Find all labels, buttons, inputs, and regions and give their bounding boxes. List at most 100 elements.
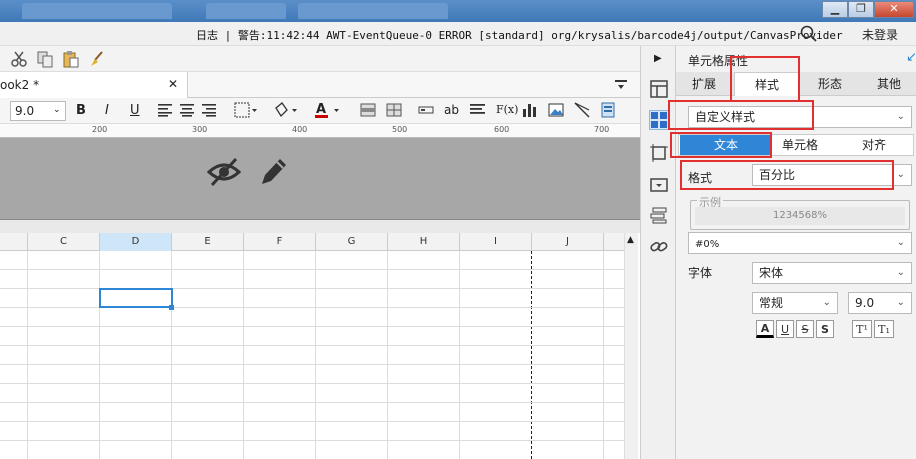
pattern-select[interactable]: #0% ⌄ xyxy=(688,232,912,254)
format-painter-icon[interactable] xyxy=(88,50,106,71)
subreport-icon[interactable] xyxy=(600,102,616,121)
underline-button[interactable]: U xyxy=(130,103,140,118)
hide-eye-icon[interactable] xyxy=(206,156,242,191)
condition-icon[interactable] xyxy=(650,206,668,227)
ruler-tick: 200 xyxy=(92,125,108,134)
text-style-buttons: A U S S xyxy=(756,320,834,338)
page-header-area xyxy=(0,138,640,220)
insert-field-icon[interactable] xyxy=(418,104,434,119)
column-header-i[interactable]: I xyxy=(460,233,532,251)
column-header-e[interactable]: E xyxy=(172,233,244,251)
font-style-value: 常规 xyxy=(759,296,784,310)
column-header-h[interactable]: H xyxy=(388,233,460,251)
panel-font-size-select[interactable]: 9.0 ⌄ xyxy=(848,292,912,314)
restore-button[interactable]: ❐ xyxy=(848,1,874,18)
superscript-button[interactable]: T¹ xyxy=(852,320,872,338)
subtab-cell[interactable]: 单元格 xyxy=(772,135,828,155)
spreadsheet-grid[interactable] xyxy=(0,251,624,459)
ruler-tick: 700 xyxy=(594,125,610,134)
cell-properties-panel: 单元格属性 ↙ 扩展 样式 形态 其他 自定义样式 ⌄ 文本 单元格 对齐 格式… xyxy=(668,46,916,459)
cut-icon[interactable] xyxy=(10,50,28,71)
scroll-up-icon[interactable]: ▲ xyxy=(627,235,634,245)
background-tab[interactable] xyxy=(206,3,286,19)
font-label: 字体 xyxy=(688,266,713,280)
column-header[interactable] xyxy=(0,233,28,251)
font-select-value: 宋体 xyxy=(759,266,784,280)
header-gap xyxy=(0,220,640,233)
column-header-g[interactable]: G xyxy=(316,233,388,251)
selected-cell[interactable] xyxy=(99,288,173,308)
align-right-icon[interactable] xyxy=(202,103,218,120)
split-cells-icon[interactable] xyxy=(386,103,402,120)
collapse-arrow-icon[interactable]: ▶ xyxy=(654,53,662,64)
ruler-tick: 300 xyxy=(192,125,208,134)
chevron-down-icon: ⌄ xyxy=(896,111,905,122)
tab-other[interactable]: 其他 xyxy=(862,72,916,96)
image-icon[interactable] xyxy=(548,102,564,121)
chart-icon[interactable] xyxy=(522,102,538,121)
font-select[interactable]: 宋体 ⌄ xyxy=(752,262,912,284)
column-header-j[interactable]: J xyxy=(532,233,604,251)
log-label[interactable]: 日志 xyxy=(196,29,218,42)
subscript-button[interactable]: T₁ xyxy=(874,320,894,338)
text-underline-button[interactable]: U xyxy=(776,320,794,338)
wrap-text-icon[interactable] xyxy=(470,103,486,120)
search-icon[interactable] xyxy=(800,25,818,46)
tab-menu-icon[interactable] xyxy=(614,78,628,95)
minimize-button[interactable]: ▁ xyxy=(822,1,848,18)
report-layout-icon[interactable] xyxy=(650,80,668,101)
log-message: | 警告:11:42:44 AWT-EventQueue-0 ERROR [st… xyxy=(224,29,843,42)
edit-pencil-icon[interactable] xyxy=(258,154,290,191)
log-line[interactable]: 日志 | 警告:11:42:44 AWT-EventQueue-0 ERROR … xyxy=(196,27,843,43)
example-value: 1234568% xyxy=(695,207,905,225)
page-break-line xyxy=(531,251,532,459)
align-center-icon[interactable] xyxy=(180,103,196,120)
format-toolbar: 9.0 ⌄ B I U A ab F(x) xyxy=(0,98,640,124)
column-header-f[interactable]: F xyxy=(244,233,316,251)
expand-arrow-icon[interactable]: ↙ xyxy=(906,50,916,65)
close-tab-icon[interactable]: ✕ xyxy=(168,77,178,91)
ruler-tick: 600 xyxy=(494,125,510,134)
background-tab[interactable] xyxy=(298,3,448,19)
fill-handle[interactable] xyxy=(169,305,174,310)
text-color-button[interactable]: A xyxy=(756,320,774,338)
column-header-row: C D E F G H I J xyxy=(0,233,624,251)
pattern-select-value: #0% xyxy=(695,239,720,250)
slash-cell-icon[interactable] xyxy=(574,102,590,121)
close-button[interactable]: ✕ xyxy=(874,1,914,18)
shadow-button[interactable]: S xyxy=(816,320,834,338)
login-link[interactable]: 未登录 xyxy=(862,26,898,43)
cell-element-icon[interactable] xyxy=(650,144,668,165)
subtab-align[interactable]: 对齐 xyxy=(844,135,904,155)
highlight-box xyxy=(670,132,772,158)
font-size-select[interactable]: 9.0 ⌄ xyxy=(10,101,66,121)
cell-properties-icon[interactable] xyxy=(649,110,669,130)
widget-icon[interactable] xyxy=(650,176,668,197)
hyperlink-icon[interactable] xyxy=(650,238,668,259)
script-buttons: T¹ T₁ xyxy=(852,320,894,338)
column-header-d[interactable]: D xyxy=(100,233,172,251)
highlight-box xyxy=(680,160,894,190)
bold-button[interactable]: B xyxy=(76,103,86,118)
vertical-scrollbar[interactable]: ▲ xyxy=(624,233,638,459)
background-tab[interactable] xyxy=(22,3,172,19)
font-style-select[interactable]: 常规 ⌄ xyxy=(752,292,838,314)
font-color-icon[interactable]: A xyxy=(314,101,344,122)
column-header-c[interactable]: C xyxy=(28,233,100,251)
italic-button[interactable]: I xyxy=(105,103,109,118)
copy-icon[interactable] xyxy=(36,50,54,71)
formula-button[interactable]: F(x) xyxy=(496,103,518,116)
tab-shape[interactable]: 形态 xyxy=(802,72,858,96)
chevron-down-icon: ⌄ xyxy=(896,297,905,308)
align-left-icon[interactable] xyxy=(158,103,174,120)
tab-expand[interactable]: 扩展 xyxy=(676,72,732,96)
merge-cells-icon[interactable] xyxy=(360,103,376,120)
paste-icon[interactable] xyxy=(62,50,80,71)
border-icon[interactable] xyxy=(234,102,258,121)
document-tab[interactable]: ook2 * ✕ xyxy=(0,72,188,98)
status-bar: 日志 | 警告:11:42:44 AWT-EventQueue-0 ERROR … xyxy=(0,22,916,46)
fill-color-icon[interactable] xyxy=(272,102,302,121)
strikethrough-button[interactable]: S xyxy=(796,320,814,338)
font-size-value: 9.0 xyxy=(15,104,35,118)
text-button[interactable]: ab xyxy=(444,103,459,117)
